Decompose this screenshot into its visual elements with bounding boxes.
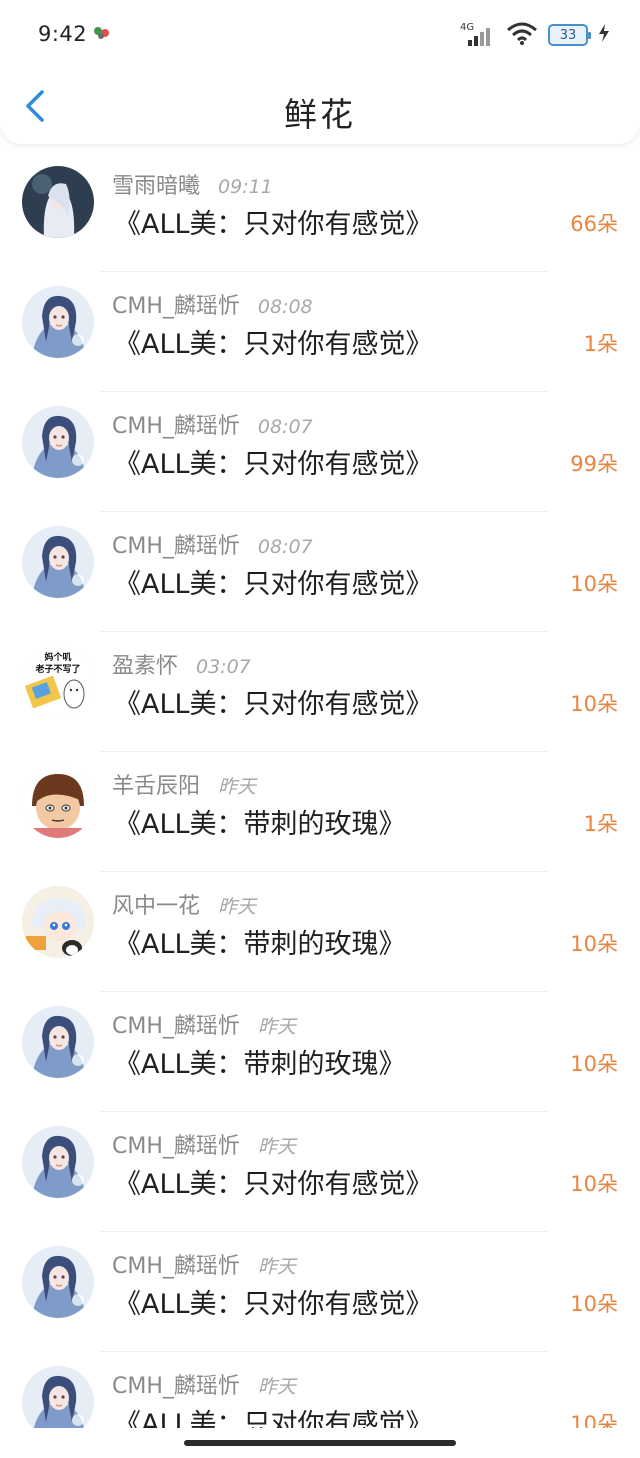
battery-icon: 33	[548, 24, 591, 46]
charging-icon	[598, 23, 610, 47]
timestamp: 昨天	[218, 896, 257, 918]
flower-count: 1朵	[583, 812, 618, 836]
timestamp: 昨天	[218, 776, 257, 798]
list-item[interactable]: CMH_麟瑶忻 昨天 《ALL美：只对你有感觉》 10朵	[0, 1232, 640, 1352]
timestamp: 03:07	[196, 656, 251, 678]
flower-count: 99朵	[570, 452, 618, 476]
book-title[interactable]: 《ALL美：只对你有感觉》	[114, 1162, 433, 1201]
timestamp: 08:08	[257, 296, 313, 318]
home-indicator[interactable]	[184, 1440, 456, 1446]
user-name[interactable]: CMH_麟瑶忻	[112, 1128, 240, 1160]
timestamp: 昨天	[257, 1136, 296, 1158]
user-name[interactable]: CMH_麟瑶忻	[112, 528, 240, 560]
avatar[interactable]	[22, 406, 94, 478]
row-meta: 盈素怀 03:07	[112, 648, 251, 680]
user-name[interactable]: 羊舌辰阳	[112, 768, 200, 800]
status-icons: 4G 33	[460, 20, 610, 50]
list-item[interactable]: CMH_麟瑶忻 昨天 《ALL美：只对你有感觉》 10朵	[0, 1112, 640, 1232]
user-name[interactable]: CMH_麟瑶忻	[112, 1248, 240, 1280]
wifi-icon	[506, 21, 538, 49]
timestamp: 09:11	[218, 176, 273, 198]
book-title[interactable]: 《ALL美：只对你有感觉》	[114, 1282, 433, 1321]
row-meta: 风中一花 昨天	[112, 888, 257, 920]
flower-count: 10朵	[570, 1172, 618, 1196]
avatar-caption-2: 老子不写了	[34, 663, 80, 675]
row-meta: CMH_麟瑶忻 昨天	[112, 1248, 296, 1280]
avatar[interactable]	[22, 766, 94, 838]
notification-icon	[92, 24, 112, 42]
user-name[interactable]: CMH_麟瑶忻	[112, 1008, 240, 1040]
avatar[interactable]	[22, 166, 94, 238]
row-meta: CMH_麟瑶忻 昨天	[112, 1128, 296, 1160]
book-title[interactable]: 《ALL美：只对你有感觉》	[114, 322, 433, 361]
list-item[interactable]: 风中一花 昨天 《ALL美：带刺的玫瑰》 10朵	[0, 872, 640, 992]
flower-count: 10朵	[570, 932, 618, 956]
user-name[interactable]: 风中一花	[112, 888, 200, 920]
list-item[interactable]: 妈个叽 老子不写了 盈素怀 03:07 《ALL美：只对你有感觉》 10朵	[0, 632, 640, 752]
book-title[interactable]: 《ALL美：只对你有感觉》	[114, 202, 433, 241]
book-title[interactable]: 《ALL美：带刺的玫瑰》	[114, 802, 406, 841]
timestamp: 08:07	[257, 536, 313, 558]
row-meta: 羊舌辰阳 昨天	[112, 768, 257, 800]
screen: 9:42 4G 33 鲜花 雪雨暗曦 09:11 《ALL美：只对你有感觉》 6…	[0, 0, 640, 1458]
row-meta: CMH_麟瑶忻 昨天	[112, 1368, 296, 1400]
avatar[interactable]	[22, 1006, 94, 1078]
row-meta: CMH_麟瑶忻 08:07	[112, 408, 313, 440]
status-bar: 9:42 4G 33	[0, 0, 640, 70]
row-meta: CMH_麟瑶忻 08:07	[112, 528, 313, 560]
avatar[interactable]	[22, 1246, 94, 1318]
signal-icon: 4G	[460, 22, 496, 48]
avatar[interactable]	[22, 886, 94, 958]
timestamp: 昨天	[257, 1016, 296, 1038]
list-item[interactable]: 雪雨暗曦 09:11 《ALL美：只对你有感觉》 66朵	[0, 152, 640, 272]
book-title[interactable]: 《ALL美：只对你有感觉》	[114, 682, 433, 721]
header: 鲜花	[0, 70, 640, 144]
flower-count: 66朵	[570, 212, 618, 236]
avatar[interactable]: 妈个叽 老子不写了	[22, 646, 94, 718]
flower-count: 1朵	[583, 332, 618, 356]
timestamp: 昨天	[257, 1256, 296, 1278]
flower-list: 雪雨暗曦 09:11 《ALL美：只对你有感觉》 66朵 CMH_麟瑶忻 08:08 《AL…	[0, 152, 640, 1458]
user-name[interactable]: CMH_麟瑶忻	[112, 288, 240, 320]
user-name[interactable]: 盈素怀	[112, 648, 178, 680]
flower-count: 10朵	[570, 692, 618, 716]
list-item[interactable]: CMH_麟瑶忻 08:07 《ALL美：只对你有感觉》 10朵	[0, 512, 640, 632]
flower-count: 10朵	[570, 572, 618, 596]
top-card: 9:42 4G 33 鲜花	[0, 0, 640, 144]
avatar[interactable]	[22, 286, 94, 358]
avatar-caption-1: 妈个叽	[44, 651, 71, 663]
flower-count: 10朵	[570, 1292, 618, 1316]
user-name[interactable]: CMH_麟瑶忻	[112, 1368, 240, 1400]
list-item[interactable]: CMH_麟瑶忻 08:08 《ALL美：只对你有感觉》 1朵	[0, 272, 640, 392]
page-title: 鲜花	[284, 95, 356, 134]
user-name[interactable]: CMH_麟瑶忻	[112, 408, 240, 440]
book-title[interactable]: 《ALL美：带刺的玫瑰》	[114, 922, 406, 961]
status-time: 9:42	[38, 22, 88, 46]
book-title[interactable]: 《ALL美：带刺的玫瑰》	[114, 1042, 406, 1081]
timestamp: 08:07	[257, 416, 313, 438]
list-item[interactable]: CMH_麟瑶忻 昨天 《ALL美：带刺的玫瑰》 10朵	[0, 992, 640, 1112]
user-name[interactable]: 雪雨暗曦	[112, 168, 200, 200]
battery-level: 33	[559, 27, 577, 43]
row-meta: CMH_麟瑶忻 08:08	[112, 288, 313, 320]
row-meta: CMH_麟瑶忻 昨天	[112, 1008, 296, 1040]
row-meta: 雪雨暗曦 09:11	[112, 168, 273, 200]
list-item[interactable]: 羊舌辰阳 昨天 《ALL美：带刺的玫瑰》 1朵	[0, 752, 640, 872]
avatar[interactable]	[22, 1126, 94, 1198]
avatar[interactable]	[22, 526, 94, 598]
book-title[interactable]: 《ALL美：只对你有感觉》	[114, 562, 433, 601]
book-title[interactable]: 《ALL美：只对你有感觉》	[114, 442, 433, 481]
flower-count: 10朵	[570, 1052, 618, 1076]
list-item[interactable]: CMH_麟瑶忻 08:07 《ALL美：只对你有感觉》 99朵	[0, 392, 640, 512]
timestamp: 昨天	[257, 1376, 296, 1398]
